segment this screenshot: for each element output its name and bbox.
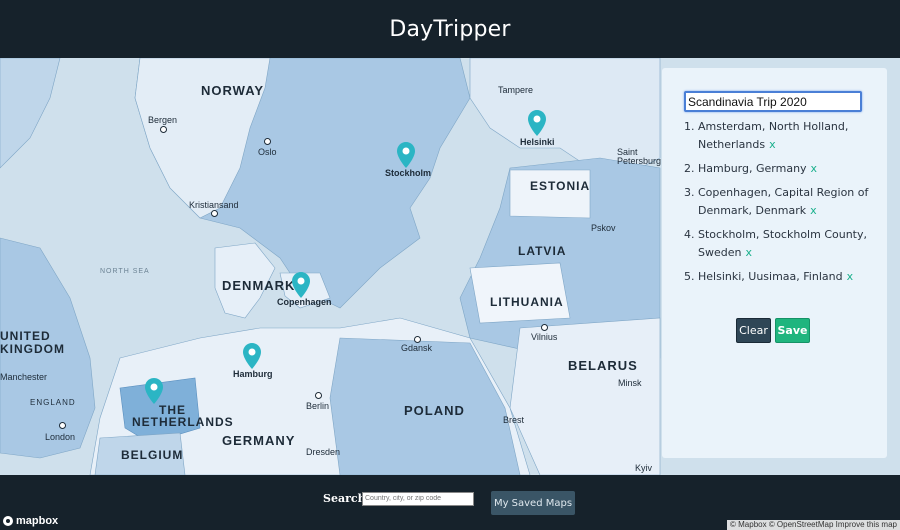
stop-name: Stockholm, Stockholm County, Sweden [698,228,867,259]
country-label: LATVIA [518,244,567,258]
country-label: GERMANY [222,433,296,448]
city-label: Berlin [306,401,330,411]
stop-number: 4. [684,228,695,241]
country-label: POLAND [404,403,465,418]
city-dot [414,336,421,343]
stop-list: 1. Amsterdam, North Holland, Netherlands x… [684,118,874,292]
footer-bar: Search My Saved Maps mapbox © Mapbox © O… [0,475,900,530]
city-label: Dresden [306,447,341,457]
city-label: Petersburg [617,156,662,166]
map-attribution[interactable]: © Mapbox © OpenStreetMap Improve this ma… [727,520,900,530]
city-label: Copenhagen [277,297,332,307]
stop-number: 1. [684,120,695,133]
trip-name-input[interactable] [684,91,862,112]
city-label: Minsk [618,378,642,388]
map-marker-amsterdam[interactable] [145,378,163,404]
city-label: London [45,432,76,442]
city-dot [59,422,66,429]
remove-stop-button[interactable]: x [847,270,854,283]
remove-stop-button[interactable]: x [745,246,752,259]
map-marker-stockholm[interactable] [397,142,415,168]
clear-button[interactable]: Clear [736,318,771,343]
stop-item: 2. Hamburg, Germany x [684,160,874,178]
estonia-land [509,169,591,219]
city-dot [541,324,548,331]
city-label: Gdansk [401,343,433,353]
sea-label: NORTH SEA [100,268,150,275]
map-marker-helsinki[interactable] [528,110,546,136]
my-saved-maps-button[interactable]: My Saved Maps [491,491,575,515]
save-button[interactable]: Save [775,318,810,343]
country-label: BELGIUM [121,448,184,462]
stop-name: Helsinki, Uusimaa, Finland [698,270,843,283]
stop-name: Copenhagen, Capital Region of Denmark, D… [698,186,869,217]
city-label: Stockholm [385,168,432,178]
country-label: UNITED [0,329,51,343]
mapbox-icon [3,516,13,526]
city-label: Pskov [591,223,616,233]
stop-number: 2. [684,162,695,175]
stop-number: 3. [684,186,695,199]
stop-item: 4. Stockholm, Stockholm County, Sweden x [684,226,874,262]
search-input[interactable] [362,492,474,506]
city-dot [264,138,271,145]
search-label: Search [323,492,366,505]
app-header: DayTripper [0,0,900,58]
city-label: Hamburg [233,369,273,379]
app-title: DayTripper [389,16,511,42]
stop-number: 5. [684,270,695,283]
city-dot [315,392,322,399]
city-label: Vilnius [531,332,558,342]
country-label: KINGDOM [0,342,65,356]
stop-item: 1. Amsterdam, North Holland, Netherlands x [684,118,874,154]
city-dot [160,126,167,133]
city-label: Tampere [498,85,534,95]
trip-panel: 1.Amsterdam, North Holland, Netherlandsx… [662,68,887,458]
country-label: ENGLAND [30,398,76,407]
lithuania-land [469,262,571,324]
mapbox-logo-text: mapbox [16,515,59,527]
city-label: Bergen [148,115,178,125]
country-label: DENMARK [222,278,296,293]
country-label: NORWAY [201,83,265,98]
city-label: Oslo [258,147,277,157]
remove-stop-button[interactable]: x [811,162,818,175]
city-label: Brest [503,415,525,425]
country-label: ESTONIA [530,179,591,193]
map-marker-hamburg[interactable] [243,343,261,369]
country-label: NETHERLANDS [132,415,234,429]
map-marker-copenhagen[interactable] [292,272,310,298]
stop-item: 5. Helsinki, Uusimaa, Finland x [684,268,874,286]
country-label: LITHUANIA [490,295,564,309]
mapbox-logo[interactable]: mapbox [3,515,58,527]
city-label: Kristiansand [189,200,239,210]
remove-stop-button[interactable]: x [769,138,776,151]
city-label: Kyiv [635,463,653,473]
city-label: Helsinki [520,137,555,147]
country-label: BELARUS [568,358,638,373]
stop-name: Hamburg, Germany [698,162,807,175]
city-label: Manchester [0,372,48,382]
remove-stop-button[interactable]: x [810,204,817,217]
stop-item: 3. Copenhagen, Capital Region of Denmark,… [684,184,874,220]
north-land [0,58,61,169]
city-dot [211,210,218,217]
